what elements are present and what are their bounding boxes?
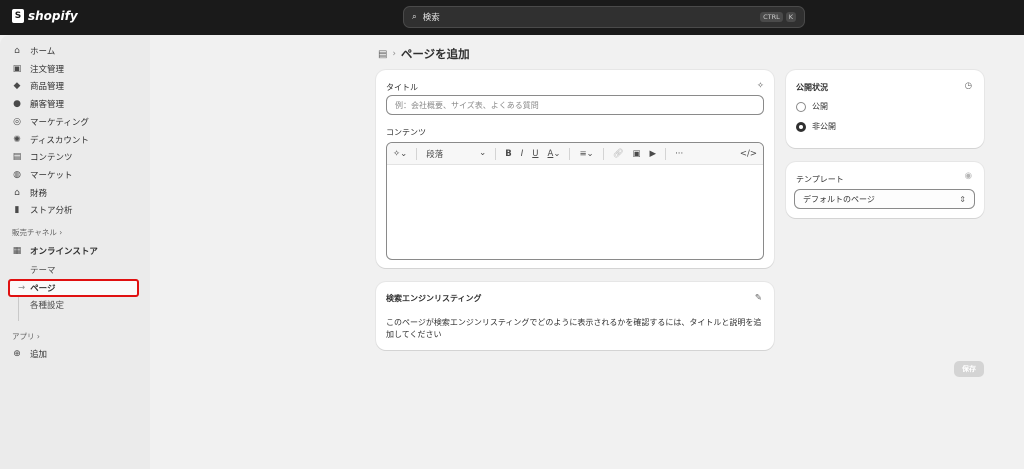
top-bar: Sshopify ⌕ 検索 CTRL K	[0, 0, 1024, 35]
paragraph-label: 段落	[426, 149, 444, 160]
select-arrows-icon: ⇕	[959, 194, 966, 204]
video-icon[interactable]: ▶	[650, 149, 657, 159]
template-card: テンプレート ◉ デフォルトのページ ⇕	[786, 162, 984, 218]
radio-circle[interactable]	[796, 101, 806, 112]
discount-icon: ✺	[13, 134, 21, 145]
search-input[interactable]: ⌕ 検索 CTRL K	[403, 6, 805, 28]
kbd-k: K	[785, 12, 796, 22]
content-label: コンテンツ	[386, 128, 426, 137]
calendar-clock-icon[interactable]: ◷	[965, 81, 972, 91]
sales-channels-heading[interactable]: 販売チャネル ›	[12, 227, 62, 238]
visibility-card: 公開状況 ◷ 公開 非公開	[786, 70, 984, 148]
more-icon[interactable]: ···	[675, 149, 683, 159]
shopify-bag-icon: S	[12, 9, 24, 23]
sidebar-item-label: 財務	[30, 188, 48, 199]
sidebar-item-label: 注文管理	[30, 64, 65, 75]
ai-sparkle-icon[interactable]: ✧⌄	[393, 149, 407, 159]
sidebar-item-label: 商品管理	[30, 82, 65, 93]
search-placeholder: 検索	[422, 13, 440, 23]
sidebar-item[interactable]: ✺ ディスカウント	[12, 134, 89, 146]
chevron-right-icon: ›	[392, 49, 396, 59]
sidebar-item[interactable]: ▮ ストア分析	[12, 204, 73, 216]
template-select[interactable]: デフォルトのページ ⇕	[794, 189, 975, 209]
radio-circle-selected[interactable]	[796, 121, 806, 132]
sidebar: ⌂ ホーム ▣ 注文管理 ◆ 商品管理 ● 顧客管理 ◎ マーケティング ✺ ディスカウント ▤ コンテン…	[0, 35, 150, 469]
sidebar-item[interactable]: ◆ 商品管理	[12, 80, 64, 92]
sidebar-item-label: 顧客管理	[30, 100, 65, 111]
apps-heading[interactable]: アプリ ›	[12, 331, 40, 342]
rich-text-editor[interactable]: ✧⌄ 段落 ⌄ B I U A⌄ ≡⌄ 🔗︎ ▣ ▶ ··· </>	[386, 142, 764, 260]
sidebar-item-label: ストア分析	[30, 206, 73, 217]
sidebar-item-settings[interactable]: 各種設定	[30, 299, 64, 311]
template-value: デフォルトのページ	[803, 194, 875, 204]
sidebar-item-theme[interactable]: テーマ	[30, 264, 56, 276]
sidebar-item[interactable]: ▤ コンテンツ	[12, 151, 73, 163]
sidebar-item-online-store[interactable]: ▦ オンラインストア	[12, 245, 98, 257]
title-label: タイトル	[386, 83, 418, 92]
seo-card: 検索エンジンリスティング ✎ このページが検索エンジンリスティングでどのように表…	[376, 282, 774, 350]
content-icon[interactable]: ▤	[378, 49, 387, 60]
code-icon[interactable]: </>	[740, 149, 757, 159]
content-icon: ▤	[12, 152, 22, 163]
bank-icon: ⌂	[14, 187, 20, 198]
underline-icon[interactable]: U	[532, 149, 538, 159]
sidebar-item[interactable]: ● 顧客管理	[12, 98, 64, 110]
breadcrumb: ▤ › ページを追加	[378, 46, 470, 62]
seo-description: このページが検索エンジンリスティングでどのように表示されるかを確認するには、タイ…	[386, 318, 762, 339]
text-color-icon[interactable]: A⌄	[547, 149, 560, 159]
label: 公開	[812, 102, 828, 111]
visibility-title: 公開状況	[796, 83, 828, 92]
sidebar-item-label: ディスカウント	[30, 135, 89, 146]
label: 非公開	[812, 122, 836, 131]
sidebar-item[interactable]: ◍ マーケット	[12, 169, 73, 181]
sidebar-item[interactable]: ◎ マーケティング	[12, 116, 89, 128]
shopify-logo[interactable]: Sshopify	[12, 9, 78, 23]
brand-name: shopify	[28, 9, 78, 23]
bar-chart-icon: ▮	[14, 205, 20, 216]
sidebar-item-pages[interactable]: → ページ	[8, 279, 139, 297]
home-icon: ⌂	[14, 46, 20, 56]
editor-toolbar: ✧⌄ 段落 ⌄ B I U A⌄ ≡⌄ 🔗︎ ▣ ▶ ··· </>	[387, 143, 763, 165]
sidebar-item-label: マーケティング	[30, 117, 89, 128]
image-icon[interactable]: ▣	[632, 149, 640, 159]
plus-circle-icon: ⊕	[13, 349, 21, 359]
shortcut-hint: CTRL K	[760, 12, 796, 22]
store-icon: ▦	[12, 246, 22, 256]
globe-icon: ◍	[13, 169, 21, 180]
inbox-icon: ▣	[12, 63, 22, 74]
person-icon: ●	[13, 99, 21, 110]
link-icon[interactable]: 🔗︎	[613, 149, 624, 159]
label: オンラインストア	[30, 247, 98, 257]
sidebar-item[interactable]: ▣ 注文管理	[12, 63, 64, 75]
sidebar-item-add[interactable]: ⊕ 追加	[12, 348, 47, 360]
sidebar-item[interactable]: ⌂ 財務	[12, 187, 47, 199]
save-button[interactable]: 保存	[954, 361, 984, 377]
kbd-ctrl: CTRL	[760, 12, 783, 22]
paragraph-select[interactable]: 段落 ⌄	[426, 148, 486, 160]
sidebar-item-label: マーケット	[30, 170, 73, 181]
page-title: ページを追加	[400, 47, 470, 61]
arrow-icon: →	[18, 283, 26, 293]
tree-line	[18, 295, 19, 321]
radio-public[interactable]: 公開	[796, 101, 828, 112]
label: ページ	[30, 284, 56, 294]
bold-icon[interactable]: B	[505, 149, 511, 159]
tag-icon: ◆	[13, 81, 21, 92]
eye-icon[interactable]: ◉	[965, 171, 972, 181]
editor-card: タイトル ✧ 例：会社概要、サイズ表、よくある質問 コンテンツ ✧⌄ 段落 ⌄ B…	[376, 70, 774, 268]
sidebar-item[interactable]: ⌂ ホーム	[12, 45, 55, 57]
search-icon: ⌕	[412, 12, 417, 22]
italic-icon[interactable]: I	[521, 149, 524, 159]
title-input[interactable]: 例：会社概要、サイズ表、よくある質問	[386, 95, 764, 115]
template-title: テンプレート	[796, 175, 844, 184]
target-icon: ◎	[13, 116, 21, 127]
sidebar-item-label: コンテンツ	[30, 153, 73, 164]
seo-title: 検索エンジンリスティング	[386, 294, 482, 303]
sparkle-icon[interactable]: ✧	[757, 81, 764, 91]
edit-pencil-icon[interactable]: ✎	[755, 293, 762, 303]
radio-private[interactable]: 非公開	[796, 121, 836, 132]
align-icon[interactable]: ≡⌄	[579, 149, 593, 159]
label: 追加	[30, 350, 48, 360]
sidebar-item-label: ホーム	[30, 47, 56, 57]
